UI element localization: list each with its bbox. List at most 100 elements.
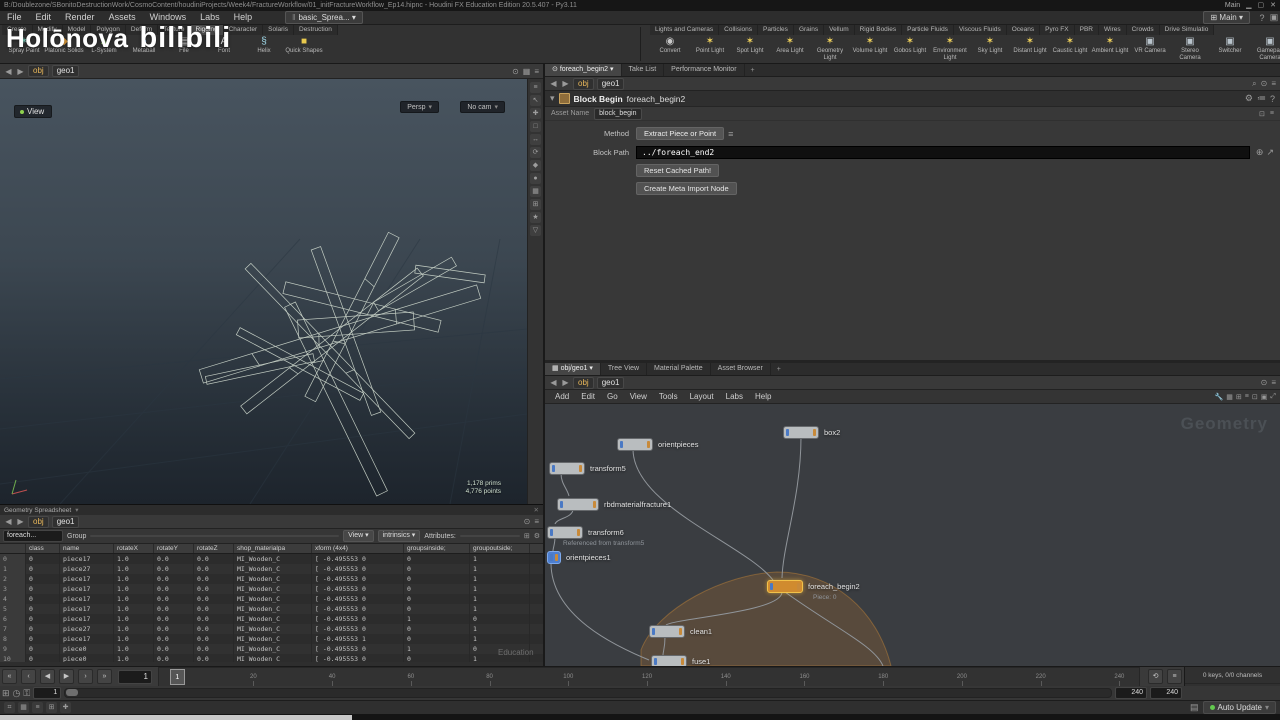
viewport-tool-icon[interactable]: ⟳	[530, 147, 541, 158]
viewport-tool-icon[interactable]: ≡	[530, 82, 541, 93]
shelf-tool[interactable]: ✶ Caustic Light	[1050, 35, 1090, 64]
current-frame-marker[interactable]: 1	[169, 668, 185, 685]
node-chooser-icon[interactable]: ⊕	[1256, 147, 1264, 158]
menu-item[interactable]: File	[0, 11, 29, 24]
column-header[interactable]: groupoutside;	[470, 544, 530, 553]
shelf-tab[interactable]: Texture	[158, 25, 191, 35]
create-meta-import-button[interactable]: Create Meta Import Node	[636, 182, 737, 195]
column-header[interactable]: xform (4x4)	[312, 544, 404, 553]
node-body[interactable]	[617, 438, 653, 451]
list-icon[interactable]: ≡	[1245, 393, 1249, 401]
node-body[interactable]	[649, 625, 685, 638]
block-path-field[interactable]: ../foreach_end2	[636, 146, 1250, 159]
menu-icon[interactable]: ≡	[1271, 79, 1276, 89]
jump-icon[interactable]: ↗	[1266, 147, 1274, 158]
shelf-tab[interactable]: Deform	[125, 25, 159, 35]
scene-viewport[interactable]: View Persp ▾ No cam ▾ 1,178 prims 4,776 po…	[0, 79, 527, 504]
statusbar-icon[interactable]: ✚	[60, 702, 71, 713]
lock-icon[interactable]: ⊡	[1259, 110, 1265, 118]
node-orientpieces[interactable]: orientpieces	[617, 438, 698, 451]
table-row[interactable]: 7 0 piece27 1.0 0.0 0.0 MI_Wooden_C[ -0.495553…	[0, 624, 543, 634]
wrench-icon[interactable]: 🔧	[1215, 393, 1224, 401]
network-menu-item[interactable]: Labs	[720, 390, 749, 403]
network-menu-item[interactable]: Help	[749, 390, 777, 403]
persp-selector[interactable]: Persp ▾	[400, 101, 439, 113]
shelf-tool[interactable]: ✶ Area Light	[770, 35, 810, 64]
menu-item[interactable]: Render	[58, 11, 102, 24]
asset-name-value[interactable]: block_begin	[594, 107, 642, 120]
pin-icon[interactable]: ⊙	[524, 517, 531, 526]
method-dropdown[interactable]: Extract Piece or Point	[636, 127, 725, 140]
shelf-tab[interactable]: Grains	[793, 25, 825, 35]
shelf-tab[interactable]: Modify	[32, 25, 63, 35]
menu-icon[interactable]: ≡	[534, 67, 539, 76]
step-back-icon[interactable]: ‹	[21, 669, 36, 684]
new-tab-icon[interactable]: +	[745, 67, 761, 74]
network-menu-item[interactable]: Go	[601, 390, 624, 403]
column-header[interactable]: rotateX	[114, 544, 154, 553]
clock-icon[interactable]: ◷	[13, 688, 21, 699]
path-node[interactable]: geo1	[51, 515, 80, 528]
viewport-tool-icon[interactable]: ↖	[530, 95, 541, 106]
network-menu-item[interactable]: Edit	[575, 390, 601, 403]
shelf-tab[interactable]: Character	[223, 25, 264, 35]
node-body[interactable]	[783, 426, 819, 439]
node-foreach-begin2[interactable]: foreach_begin2	[767, 580, 860, 593]
network-menu-item[interactable]: Tools	[653, 390, 684, 403]
path-context[interactable]: obj	[573, 376, 594, 389]
node-clean1[interactable]: clean1	[649, 625, 712, 638]
layout-selector[interactable]: ⊞ Main ▾	[1203, 11, 1250, 24]
path-context[interactable]: obj	[28, 65, 49, 77]
current-frame-field[interactable]: 1	[118, 669, 152, 684]
shelf-tab[interactable]: Vellum	[824, 25, 855, 35]
viewport-tool-icon[interactable]: ★	[530, 212, 541, 223]
play-reverse-icon[interactable]: ◀	[40, 669, 55, 684]
node-transform6[interactable]: transform6	[547, 526, 624, 539]
back-icon[interactable]: ◀	[4, 517, 13, 526]
shelf-tool[interactable]: ✶ Point Light	[690, 35, 730, 64]
viewport-tool-icon[interactable]: ◆	[530, 160, 541, 171]
table-row[interactable]: 6 0 piece17 1.0 0.0 0.0 MI_Wooden_C[ -0.495553…	[0, 614, 543, 624]
viewport-tool-icon[interactable]: □	[530, 121, 541, 132]
filter-icon[interactable]: ⊞	[524, 532, 530, 540]
viewport-tool-icon[interactable]: ▦	[530, 186, 541, 197]
camera-selector[interactable]: No cam ▾	[460, 101, 505, 113]
shelf-tool[interactable]: ● Metaball	[124, 35, 164, 64]
shelf-tool[interactable]: ✶ Gobos Light	[890, 35, 930, 64]
menu-icon[interactable]: ≡	[534, 517, 539, 526]
tab-performance-monitor[interactable]: Performance Monitor	[664, 64, 745, 76]
column-header[interactable]	[0, 544, 26, 553]
shelf-tab[interactable]: Polygon	[91, 25, 126, 35]
jump-end-icon[interactable]: »	[97, 669, 112, 684]
viewport-tool-icon[interactable]: ⊞	[530, 199, 541, 210]
shelf-tab[interactable]: Pyro FX	[1040, 25, 1075, 35]
shelf-tab[interactable]: Create	[2, 25, 33, 35]
tab-material-palette[interactable]: Material Palette	[647, 363, 711, 375]
table-row[interactable]: 9 0 piece0 1.0 0.0 0.0 MI_Wooden_C[ -0.495553 …	[0, 644, 543, 654]
tab-take-list[interactable]: Take List	[622, 64, 665, 76]
shelf-tab[interactable]: Oceans	[1006, 25, 1041, 35]
node-body[interactable]	[547, 551, 561, 564]
node-body[interactable]	[547, 526, 583, 539]
table-row[interactable]: 1 0 piece27 1.0 0.0 0.0 MI_Wooden_C[ -0.495553…	[0, 564, 543, 574]
menu-item[interactable]: Edit	[29, 11, 59, 24]
shelf-tool[interactable]: ▣Gamepad Camera	[1250, 35, 1280, 64]
layout-icon[interactable]: ⊞	[1236, 393, 1242, 401]
shelf-tool[interactable]: ✶ Ambient Light	[1090, 35, 1130, 64]
column-header[interactable]: rotateY	[154, 544, 194, 553]
node-box2[interactable]: box2	[783, 426, 840, 439]
node-body[interactable]	[557, 498, 599, 511]
shelf-tab[interactable]: PBR	[1074, 25, 1099, 35]
range-slider[interactable]	[64, 688, 1112, 698]
node-body[interactable]	[767, 580, 803, 593]
forward-icon[interactable]: ▶	[561, 79, 570, 88]
sliders-icon[interactable]: ≔	[1257, 93, 1266, 104]
menu-item[interactable]: Assets	[102, 11, 143, 24]
view-tab[interactable]: View	[14, 105, 53, 118]
menu-icon[interactable]: ≡	[1271, 378, 1276, 387]
node-orientpieces1[interactable]: orientpieces1	[547, 551, 611, 564]
help-icon[interactable]: ?	[1256, 13, 1268, 23]
statusbar-icon[interactable]: ⌗	[4, 702, 15, 713]
tab-network-editor[interactable]: ▦ obj/geo1 ▾	[545, 363, 601, 375]
column-header[interactable]: rotateZ	[194, 544, 234, 553]
